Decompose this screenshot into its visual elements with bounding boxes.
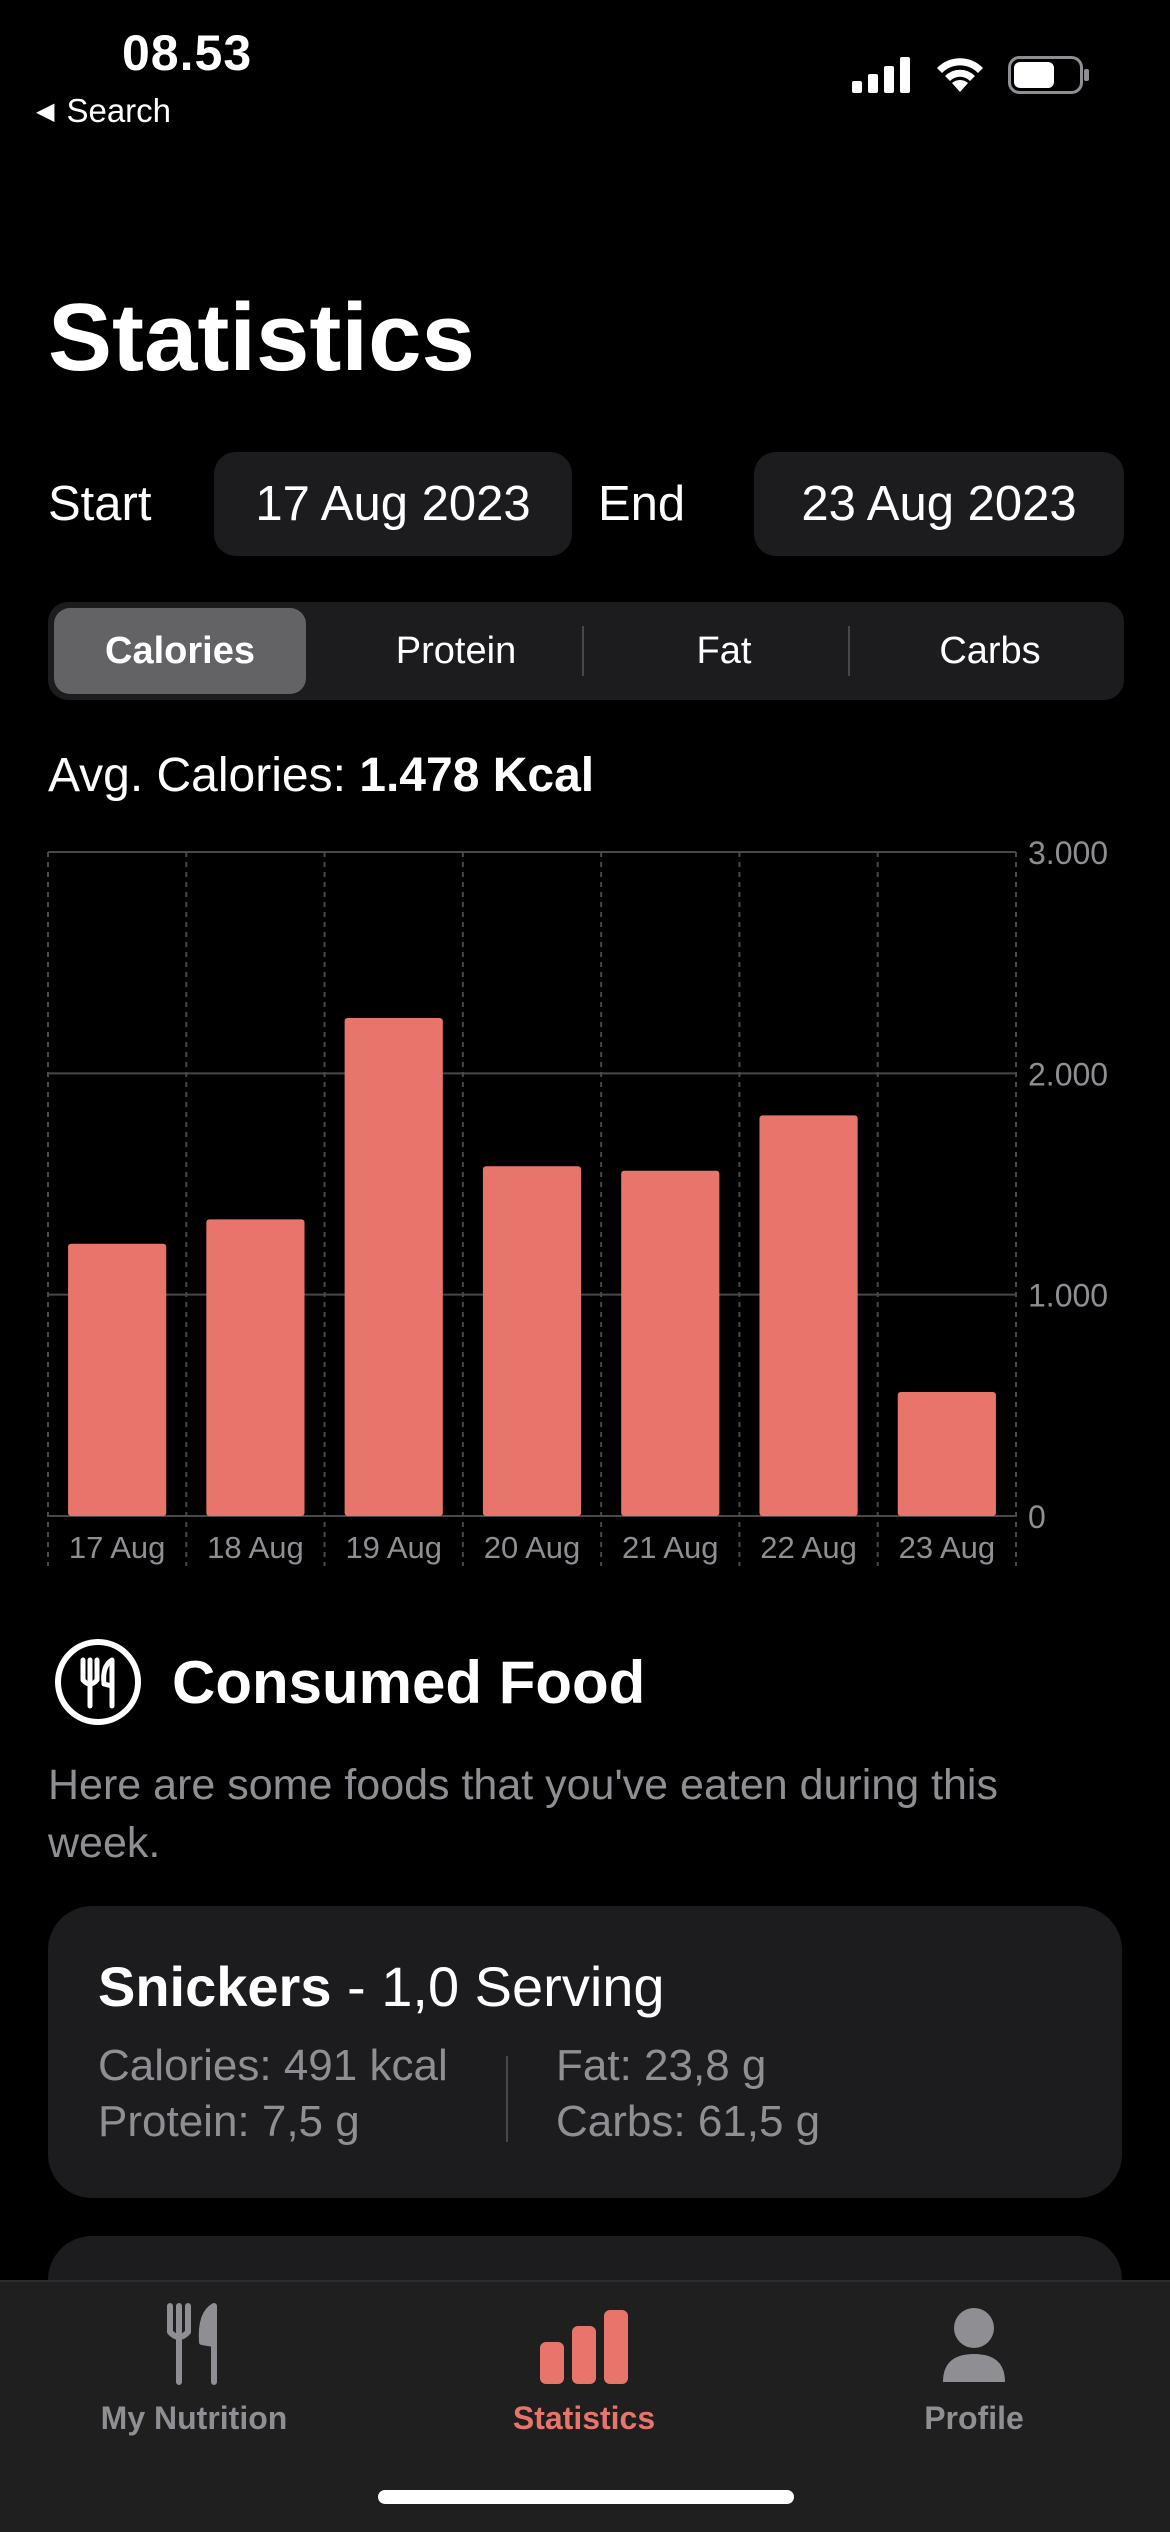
bar-22-aug <box>759 1115 858 1516</box>
back-link-label: Search <box>66 92 172 129</box>
home-indicator <box>378 2490 794 2504</box>
status-bar: 08.53 ◀ Search <box>0 0 1170 140</box>
bar-chart-icon <box>540 2310 628 2384</box>
tab-my-nutrition[interactable]: My Nutrition <box>44 2302 344 2437</box>
bar-23-aug <box>897 1392 996 1516</box>
tab-label: Statistics <box>512 2400 656 2436</box>
average-calories: Avg. Calories: 1.478 Kcal <box>48 748 594 803</box>
tab-label: My Nutrition <box>100 2400 288 2436</box>
end-date-label: End <box>598 477 686 531</box>
food-stats-left: Calories: 491 kcal Protein: 7,5 g <box>98 2038 448 2150</box>
bar-20-aug <box>482 1166 582 1516</box>
segment-calories[interactable]: Calories <box>54 608 306 694</box>
y-tick-label: 1.000 <box>1028 1278 1108 1314</box>
food-title-separator: - <box>331 1955 382 2018</box>
consumed-food-header: Consumed Food <box>52 1636 645 1728</box>
x-tick-label: 21 Aug <box>622 1530 719 1565</box>
date-range-row: Start 17 Aug 2023 End 23 Aug 2023 <box>48 452 1124 556</box>
x-tick-label: 22 Aug <box>760 1530 857 1565</box>
segment-protein[interactable]: Protein <box>328 608 584 694</box>
calories-bar-chart: 0 1.000 2.000 3.000 17 Aug 18 Aug 19 Aug 20 Aug… <box>47 835 1108 1566</box>
person-icon <box>943 2308 1005 2382</box>
bar-18-aug <box>206 1219 305 1516</box>
back-to-search-link[interactable]: ◀ Search <box>36 92 171 130</box>
fork-knife-icon <box>167 2303 217 2385</box>
end-date-picker[interactable]: 23 Aug 2023 <box>754 452 1124 556</box>
food-serving: 1,0 Serving <box>381 1955 665 2018</box>
start-date-picker[interactable]: 17 Aug 2023 <box>214 452 572 556</box>
food-carbs: Carbs: 61,5 g <box>556 2097 821 2146</box>
y-tick-label: 2.000 <box>1028 1056 1108 1092</box>
food-stats-right: Fat: 23,8 g Carbs: 61,5 g <box>556 2038 820 2150</box>
food-fat: Fat: 23,8 g <box>556 2041 767 2090</box>
x-tick-label: 17 Aug <box>69 1530 166 1565</box>
y-tick-label: 3.000 <box>1028 835 1108 871</box>
segment-fat[interactable]: Fat <box>596 608 852 694</box>
nutrient-segmented-control: Calories Protein Fat Carbs <box>48 602 1124 700</box>
y-tick-label: 0 <box>1028 1499 1046 1535</box>
start-date-label: Start <box>48 477 152 531</box>
wifi-icon <box>937 58 983 92</box>
tab-label: Profile <box>924 2400 1024 2436</box>
section-description: Here are some foods that you've eaten du… <box>48 1761 998 1867</box>
food-title: Snickers - 1,0 Serving <box>98 1954 665 2019</box>
food-calories: Calories: 491 kcal <box>98 2041 448 2090</box>
x-tick-label: 20 Aug <box>484 1530 581 1565</box>
food-card[interactable]: Snickers - 1,0 Serving Calories: 491 kca… <box>48 1906 1122 2198</box>
food-protein: Protein: 7,5 g <box>98 2097 360 2146</box>
page-title: Statistics <box>48 284 475 391</box>
section-title: Consumed Food <box>172 1648 646 1716</box>
segment-carbs[interactable]: Carbs <box>862 608 1118 694</box>
bar-17-aug <box>68 1243 167 1516</box>
fork-knife-icon <box>55 1639 141 1725</box>
x-tick-label: 23 Aug <box>899 1530 996 1565</box>
status-time: 08.53 <box>122 25 253 81</box>
food-name: Snickers <box>98 1955 332 2018</box>
battery-icon <box>1008 56 1089 94</box>
bar-21-aug <box>621 1170 720 1516</box>
bar-19-aug <box>344 1018 443 1516</box>
segment-divider <box>848 626 850 676</box>
average-value: 1.478 Kcal <box>359 749 595 802</box>
cellular-signal-icon <box>852 57 910 93</box>
food-stats-divider <box>506 2056 508 2142</box>
segment-divider <box>582 626 584 676</box>
tab-statistics[interactable]: Statistics <box>434 2302 734 2437</box>
x-tick-label: 19 Aug <box>345 1530 442 1565</box>
tab-profile[interactable]: Profile <box>824 2302 1124 2437</box>
status-icons <box>852 56 1090 94</box>
back-arrow-icon: ◀ <box>36 97 55 125</box>
average-label: Avg. Calories: <box>48 749 346 802</box>
x-tick-label: 18 Aug <box>207 1530 304 1565</box>
